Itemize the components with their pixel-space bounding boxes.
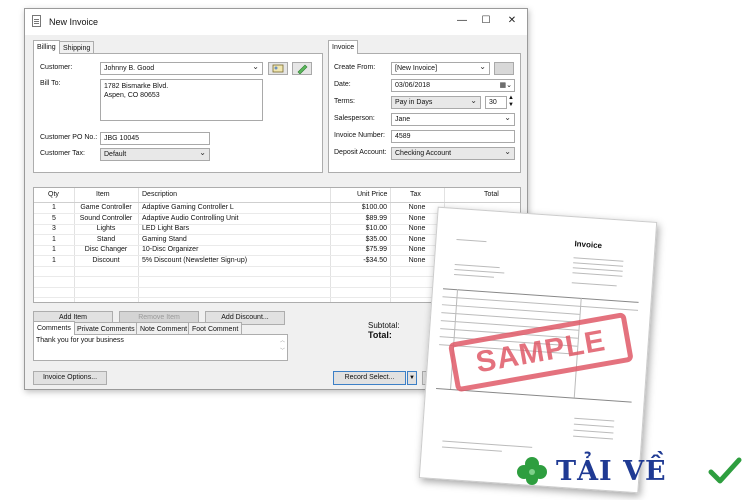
title-bar: New Invoice — ☐ ✕ bbox=[25, 9, 527, 35]
create-from-select[interactable]: [New Invoice] bbox=[391, 62, 490, 75]
clover-icon bbox=[517, 457, 547, 485]
checkmark-icon bbox=[708, 457, 742, 484]
bill-to-line1: 1782 Bismarke Blvd. bbox=[104, 83, 169, 90]
subtotal-label: Subtotal: bbox=[368, 321, 400, 330]
customer-label: Customer: bbox=[40, 64, 73, 71]
salesperson-select[interactable]: Jane bbox=[391, 113, 515, 126]
cell-tax: None bbox=[408, 204, 426, 211]
date-field[interactable]: 03/06/2018 ▦⌄ bbox=[391, 79, 515, 92]
terms-select[interactable]: Pay in Days bbox=[391, 96, 481, 109]
cell-description: 10-Disc Organizer bbox=[142, 246, 199, 253]
record-select-dropdown[interactable]: ▼ bbox=[407, 371, 417, 385]
terms-label: Terms: bbox=[334, 98, 355, 105]
tab-comments[interactable]: Comments bbox=[33, 321, 75, 335]
comments-text: Thank you for your business bbox=[36, 337, 124, 344]
create-from-button[interactable] bbox=[494, 62, 514, 75]
terms-days-field[interactable]: 30 bbox=[485, 96, 507, 109]
comments-box[interactable]: Thank you for your business ︿ ﹀ bbox=[33, 334, 288, 361]
customer-tax-select[interactable]: Default bbox=[100, 148, 210, 161]
invoice-panel: Create From: [New Invoice] Date: 03/06/2… bbox=[328, 53, 521, 173]
cell-item: Sound Controller bbox=[79, 214, 133, 222]
cell-qty: 1 bbox=[52, 256, 56, 264]
watermark-text: TẢI VỀ bbox=[556, 456, 667, 487]
customer-tax-label: Customer Tax: bbox=[40, 150, 85, 157]
tab-invoice[interactable]: Invoice bbox=[328, 40, 359, 54]
header-description: Description bbox=[142, 191, 178, 198]
bill-to-label: Bill To: bbox=[40, 80, 61, 87]
date-label: Date: bbox=[334, 81, 351, 88]
close-button[interactable]: ✕ bbox=[505, 14, 519, 28]
cell-description: Adaptive Gaming Controller L bbox=[142, 204, 234, 211]
cell-unit-price: $100.00 bbox=[361, 204, 387, 211]
pencil-icon bbox=[297, 64, 308, 75]
cell-unit-price: $10.00 bbox=[365, 225, 387, 232]
cell-item: Game Controller bbox=[80, 204, 132, 211]
create-from-label: Create From: bbox=[334, 64, 376, 71]
maximize-button[interactable]: ☐ bbox=[479, 14, 493, 28]
salesperson-label: Salesperson: bbox=[334, 115, 375, 122]
tab-billing[interactable]: Billing bbox=[33, 40, 60, 54]
minimize-button[interactable]: — bbox=[455, 14, 469, 28]
cell-qty: 1 bbox=[52, 204, 56, 211]
comments-scrollbar[interactable]: ︿ ﹀ bbox=[280, 336, 285, 356]
calendar-icon[interactable]: ▦⌄ bbox=[500, 80, 512, 91]
cell-qty: 5 bbox=[52, 214, 56, 222]
document-icon bbox=[32, 15, 41, 27]
preview-heading: Invoice bbox=[574, 239, 603, 251]
contact-card-icon bbox=[272, 64, 284, 73]
cell-description: LED Light Bars bbox=[142, 225, 190, 232]
customer-card-button[interactable] bbox=[268, 62, 288, 75]
po-label: Customer PO No.: bbox=[40, 134, 98, 141]
sample-stamp: SAMPLE bbox=[447, 311, 634, 393]
billing-panel: Customer: Johnny B. Good Bill To: 1782 B… bbox=[33, 53, 323, 173]
cell-description: 5% Discount (Newsletter Sign-up) bbox=[142, 256, 248, 264]
invoice-print-preview: Invoice SAMPLE bbox=[418, 206, 658, 494]
customer-edit-button[interactable] bbox=[292, 62, 312, 75]
watermark-logo: TẢI VỀ bbox=[514, 454, 750, 490]
cell-unit-price: -$34.50 bbox=[363, 256, 387, 264]
deposit-account-label: Deposit Account: bbox=[334, 149, 387, 156]
invoice-number-label: Invoice Number: bbox=[334, 132, 385, 139]
header-qty: Qty bbox=[48, 191, 59, 198]
header-unit-price: Unit Price bbox=[357, 191, 388, 198]
cell-item: Stand bbox=[96, 235, 116, 243]
cell-item: Discount bbox=[92, 256, 120, 264]
header-tax: Tax bbox=[410, 191, 421, 198]
deposit-account-select[interactable]: Checking Account bbox=[391, 147, 515, 160]
cell-description: Gaming Stand bbox=[142, 235, 187, 243]
cell-unit-price: $89.99 bbox=[365, 214, 387, 222]
bill-to-line2: Aspen, CO 80653 bbox=[104, 92, 160, 99]
customer-select[interactable]: Johnny B. Good bbox=[100, 62, 263, 75]
header-item: Item bbox=[96, 191, 110, 198]
days-spinner[interactable]: ▲ ▼ bbox=[508, 95, 514, 109]
header-total: Total bbox=[484, 191, 499, 198]
total-label: Total: bbox=[368, 330, 392, 340]
cell-qty: 1 bbox=[52, 235, 56, 243]
window-title: New Invoice bbox=[49, 17, 99, 27]
po-number-field[interactable]: JBG 10045 bbox=[100, 132, 210, 145]
cell-item: Disc Changer bbox=[84, 246, 128, 253]
cell-item: Lights bbox=[96, 225, 116, 232]
cell-qty: 1 bbox=[52, 246, 56, 253]
cell-unit-price: $75.99 bbox=[365, 246, 387, 253]
invoice-number-field[interactable]: 4589 bbox=[391, 130, 515, 143]
date-value: 03/06/2018 bbox=[395, 82, 431, 89]
cell-description: Adaptive Audio Controlling Unit bbox=[142, 214, 239, 222]
invoice-options-button[interactable]: Invoice Options... bbox=[33, 371, 107, 385]
bill-to-address[interactable]: 1782 Bismarke Blvd. Aspen, CO 80653 bbox=[100, 79, 263, 121]
cell-qty: 3 bbox=[52, 225, 56, 232]
record-select-button[interactable]: Record Select... bbox=[333, 371, 406, 385]
cell-unit-price: $35.00 bbox=[365, 235, 387, 243]
